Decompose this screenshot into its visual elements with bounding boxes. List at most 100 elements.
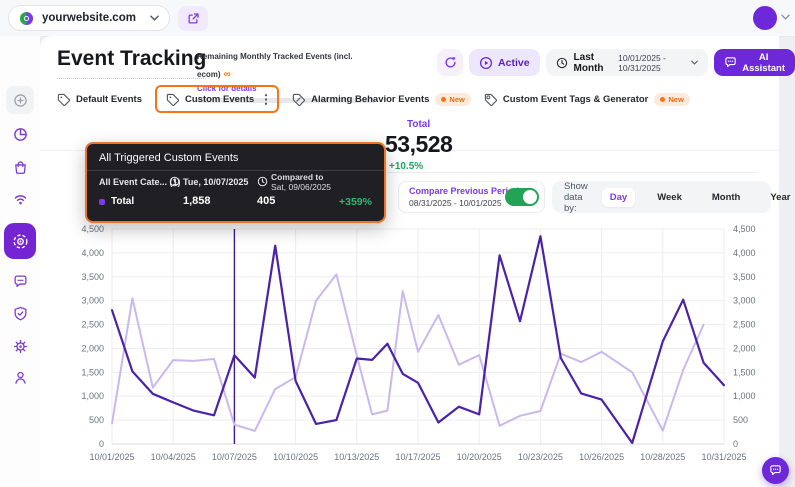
svg-text:10/17/2025: 10/17/2025 <box>395 452 440 462</box>
kebab-menu-icon[interactable] <box>264 93 268 106</box>
shopping-bag-icon <box>13 160 28 175</box>
tab-label: Default Events <box>76 94 142 105</box>
svg-text:4,500: 4,500 <box>733 224 756 234</box>
granularity-week[interactable]: Week <box>649 188 690 207</box>
tab-custom-events[interactable]: Custom Events <box>155 85 279 113</box>
granularity-month[interactable]: Month <box>704 188 749 207</box>
tab-custom-event-tags-generator[interactable]: Custom Event Tags & Generator New <box>484 93 690 106</box>
divider <box>87 170 384 171</box>
svg-text:0: 0 <box>99 439 104 449</box>
header-controls: Active Last Month 10/01/2025 - 10/31/202… <box>437 49 795 76</box>
plus-circle-icon <box>13 93 28 108</box>
user-icon <box>13 370 28 385</box>
tab-default-events[interactable]: Default Events <box>57 93 142 106</box>
svg-text:1,000: 1,000 <box>81 391 104 401</box>
sidebar-item-expand[interactable] <box>6 86 34 114</box>
series-dot-icon <box>99 199 105 205</box>
granularity-year[interactable]: Year <box>762 188 795 207</box>
clock-icon <box>556 57 568 69</box>
svg-text:3,000: 3,000 <box>81 296 104 306</box>
total-delta: +10.5% <box>389 161 423 172</box>
sidebar-item-account[interactable] <box>0 363 40 391</box>
orange-dot-icon <box>441 97 446 102</box>
total-label: Total <box>407 119 430 130</box>
toggle-knob <box>523 190 537 204</box>
total-value: 53,528 <box>385 131 452 158</box>
date-range-value: 10/01/2025 - 10/31/2025 <box>618 53 685 73</box>
avatar-chevron-icon[interactable] <box>781 14 790 20</box>
chat-bubble-icon <box>13 274 28 289</box>
tooltip-series-label: Total <box>111 196 134 207</box>
show-data-by-group: Show data by: Day Week Month Year <box>552 181 771 213</box>
event-target-icon <box>12 233 29 250</box>
support-chat-button[interactable] <box>762 457 789 484</box>
events-line-chart[interactable]: 10/01/202510/04/202510/07/202510/10/2025… <box>55 222 795 482</box>
open-site-button[interactable] <box>178 6 208 31</box>
svg-text:10/10/2025: 10/10/2025 <box>273 452 318 462</box>
status-active-button[interactable]: Active <box>469 49 540 76</box>
new-badge: New <box>654 93 689 106</box>
show-data-by-label: Show data by: <box>564 181 588 214</box>
date-range-picker[interactable]: Last Month 10/01/2025 - 10/31/2025 <box>546 49 709 76</box>
compare-range: 08/31/2025 - 10/01/2025 <box>409 198 502 208</box>
refresh-icon <box>444 56 457 69</box>
tab-alarming-behavior-events[interactable]: Alarming Behavior Events New <box>292 93 471 106</box>
clock-icon <box>169 176 180 187</box>
sidebar-item-settings[interactable] <box>0 332 40 360</box>
tooltip-date: Tue, 10/07/2025 <box>183 177 248 187</box>
compare-label: Compare Previous Period <box>409 186 519 196</box>
top-bar: yourwebsite.com <box>0 0 795 37</box>
sidebar-item-analytics[interactable] <box>0 120 40 148</box>
svg-text:3,500: 3,500 <box>733 272 756 282</box>
sidebar-item-signal[interactable] <box>0 185 40 213</box>
sidebar-item-feedback[interactable] <box>0 267 40 295</box>
period-preset-label: Last Month <box>574 52 613 74</box>
new-badge: New <box>435 93 470 106</box>
tag-icon <box>57 93 70 106</box>
svg-text:2,000: 2,000 <box>81 343 104 353</box>
svg-text:10/07/2025: 10/07/2025 <box>212 452 257 462</box>
svg-text:10/28/2025: 10/28/2025 <box>640 452 685 462</box>
svg-text:2,500: 2,500 <box>733 320 756 330</box>
tab-label: Custom Event Tags & Generator <box>503 94 649 105</box>
clock-icon <box>257 176 268 187</box>
tag-generator-icon <box>484 93 497 106</box>
tooltip-delta: +359% <box>339 196 372 208</box>
shield-check-icon <box>13 306 28 321</box>
svg-text:10/01/2025: 10/01/2025 <box>89 452 134 462</box>
site-selector[interactable]: yourwebsite.com <box>8 5 170 31</box>
sidebar-item-event-tracking[interactable] <box>4 223 36 259</box>
svg-text:4,500: 4,500 <box>81 224 104 234</box>
avatar[interactable] <box>753 6 777 30</box>
sidebar-item-store[interactable] <box>0 153 40 181</box>
status-active-label: Active <box>498 57 530 69</box>
ai-assistant-label: AI Assistant <box>742 52 785 74</box>
tag-icon <box>166 93 179 106</box>
svg-text:500: 500 <box>89 415 104 425</box>
alarm-tag-icon <box>292 93 305 106</box>
ai-assistant-button[interactable]: AI Assistant <box>714 49 795 76</box>
event-tabs: Default Events Custom Events Alarming Be… <box>57 85 690 113</box>
app-window: yourwebsite.com <box>0 0 795 487</box>
svg-text:1,500: 1,500 <box>733 367 756 377</box>
svg-text:10/26/2025: 10/26/2025 <box>579 452 624 462</box>
compare-toggle[interactable] <box>505 188 539 206</box>
play-circle-icon <box>479 56 493 70</box>
tooltip-compared-label: Compared to <box>271 172 323 182</box>
svg-text:3,500: 3,500 <box>81 272 104 282</box>
tab-label: Alarming Behavior Events <box>311 94 429 105</box>
svg-text:3,000: 3,000 <box>733 296 756 306</box>
refresh-button[interactable] <box>437 49 463 76</box>
svg-text:2,000: 2,000 <box>733 343 756 353</box>
svg-text:2,500: 2,500 <box>81 320 104 330</box>
svg-text:10/23/2025: 10/23/2025 <box>518 452 563 462</box>
svg-text:10/31/2025: 10/31/2025 <box>701 452 746 462</box>
sidebar <box>0 36 41 487</box>
svg-text:1,000: 1,000 <box>733 391 756 401</box>
svg-text:500: 500 <box>733 415 748 425</box>
chat-bubble-icon <box>769 464 782 477</box>
granularity-day[interactable]: Day <box>602 188 635 207</box>
sidebar-item-privacy[interactable] <box>0 299 40 327</box>
svg-text:4,000: 4,000 <box>733 248 756 258</box>
tooltip-compared-date: Sat, 09/06/2025 <box>271 182 331 192</box>
